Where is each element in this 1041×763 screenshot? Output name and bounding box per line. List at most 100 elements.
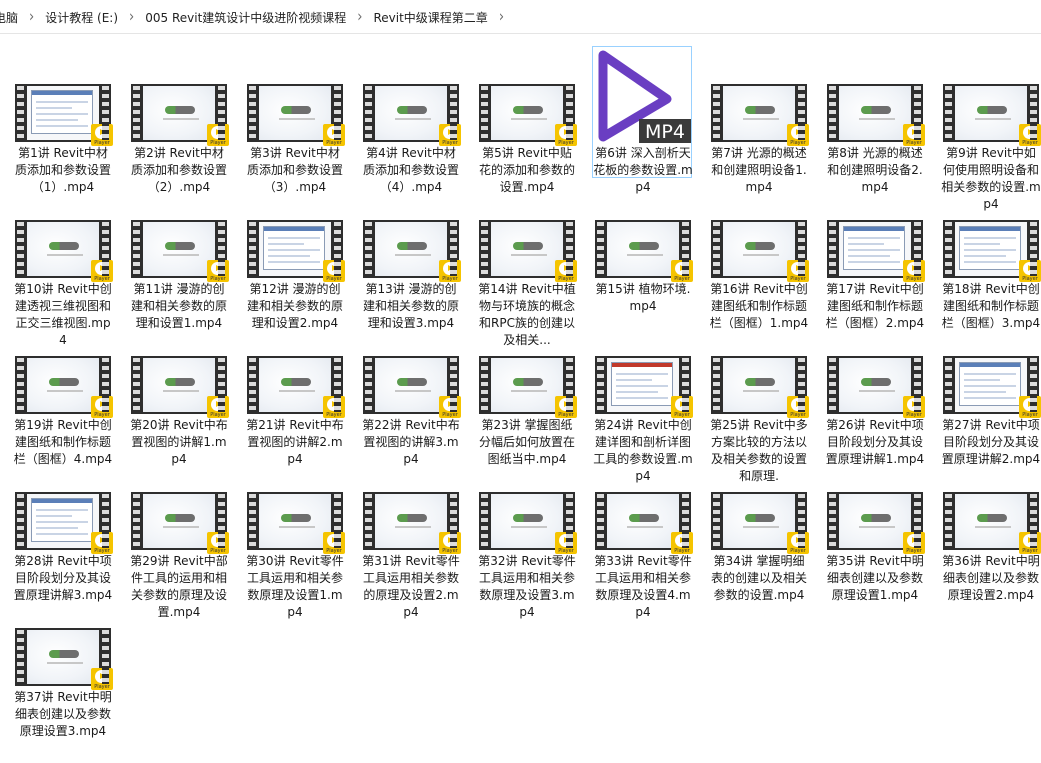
video-thumbnail: Player	[363, 84, 461, 146]
player-play-icon: Player	[555, 124, 577, 146]
video-thumbnail: Player	[595, 492, 693, 554]
file-name: 第37讲 Revit中明细表创建以及参数原理设置3.mp4	[14, 690, 112, 738]
file-item[interactable]: Player 第4讲 Revit中材质添加和参数设置（4）.mp4	[360, 46, 461, 194]
file-item[interactable]: Player 第22讲 Revit中布置视图的讲解3.mp4	[360, 318, 461, 466]
file-item[interactable]: Player 第25讲 Revit中多方案比较的方法以及相关参数的设置和原理.	[708, 318, 809, 483]
file-item[interactable]: Player 第8讲 光源的概述和创建照明设备2.mp4	[824, 46, 925, 194]
video-frame	[955, 494, 1027, 548]
video-frame	[27, 86, 99, 140]
video-frame	[955, 222, 1027, 276]
video-frame	[375, 494, 447, 548]
video-thumbnail: Player	[15, 84, 113, 146]
video-thumbnail: Player	[479, 220, 577, 282]
mp4-play-icon: MP4	[598, 50, 691, 143]
file-item[interactable]: Player 第21讲 Revit中布置视图的讲解2.mp4	[244, 318, 345, 466]
video-thumbnail: Player	[247, 356, 345, 418]
file-item[interactable]: Player 第1讲 Revit中材质添加和参数设置（1）.mp4	[12, 46, 113, 194]
video-thumbnail: Player	[943, 84, 1041, 146]
file-item[interactable]: Player 第13讲 漫游的创建和相关参数的原理和设置3.mp4	[360, 182, 461, 330]
video-frame	[375, 222, 447, 276]
breadcrumb-item[interactable]: 设计教程 (E:)	[43, 9, 120, 26]
breadcrumb-item[interactable]: Revit中级课程第二章	[371, 9, 489, 26]
video-frame	[723, 358, 795, 412]
file-grid: Player 第1讲 Revit中材质添加和参数设置（1）.mp4 Player 第2…	[12, 46, 1041, 738]
file-item[interactable]: Player 第5讲 Revit中贴花的添加和参数的设置.mp4	[476, 46, 577, 194]
file-item[interactable]: Player 第23讲 掌握图纸分幅后如何放置在图纸当中.mp4	[476, 318, 577, 466]
video-frame	[375, 86, 447, 140]
video-thumbnail: Player	[711, 220, 809, 282]
video-thumbnail: Player	[943, 220, 1041, 282]
breadcrumb-item[interactable]: 电脑	[0, 9, 20, 26]
player-play-icon: Player	[903, 396, 925, 418]
file-item[interactable]: Player 第16讲 Revit中创建图纸和制作标题栏（图框）1.mp4	[708, 182, 809, 330]
video-thumbnail: Player	[131, 220, 229, 282]
file-item[interactable]: Player 第30讲 Revit零件工具运用和相关参数原理及设置1.mp4	[244, 454, 345, 619]
video-frame	[491, 222, 563, 276]
video-frame	[259, 494, 331, 548]
file-item[interactable]: Player 第2讲 Revit中材质添加和参数设置（2）.mp4	[128, 46, 229, 194]
file-item[interactable]: Player 第17讲 Revit中创建图纸和制作标题栏（图框）2.mp4	[824, 182, 925, 330]
video-thumbnail: Player	[479, 492, 577, 554]
file-item[interactable]: Player 第34讲 掌握明细表的创建以及相关参数的设置.mp4	[708, 454, 809, 602]
player-play-icon: Player	[91, 668, 113, 690]
video-thumbnail: Player	[711, 84, 809, 146]
file-item[interactable]: Player 第18讲 Revit中创建图纸和制作标题栏（图框）3.mp4	[940, 182, 1041, 330]
file-item[interactable]: Player 第7讲 光源的概述和创建照明设备1.mp4	[708, 46, 809, 194]
chevron-right-icon[interactable]: ›	[499, 8, 504, 26]
player-play-icon: Player	[323, 124, 345, 146]
player-play-icon: Player	[207, 532, 229, 554]
video-frame	[27, 222, 99, 276]
file-item[interactable]: Player 第29讲 Revit中部件工具的运用和相关参数的原理及设置.mp4	[128, 454, 229, 619]
file-item[interactable]: Player 第26讲 Revit中项目阶段划分及其设置原理讲解1.mp4	[824, 318, 925, 466]
player-play-icon: Player	[439, 124, 461, 146]
video-thumbnail: Player	[15, 492, 113, 554]
file-item[interactable]: Player 第33讲 Revit零件工具运用和相关参数原理及设置4.mp4	[592, 454, 693, 619]
video-frame	[143, 494, 215, 548]
file-item[interactable]: Player 第36讲 Revit中明细表创建以及参数原理设置2.mp4	[940, 454, 1041, 602]
file-item[interactable]: Player 第9讲 Revit中如何使用照明设备和相关参数的设置.mp4	[940, 46, 1041, 211]
video-thumbnail: Player	[595, 356, 693, 418]
chevron-right-icon[interactable]: ›	[129, 8, 134, 26]
video-frame	[839, 358, 911, 412]
file-item[interactable]: Player 第19讲 Revit中创建图纸和制作标题栏（图框）4.mp4	[12, 318, 113, 466]
player-play-icon: Player	[787, 124, 809, 146]
file-name: 第31讲 Revit零件工具运用相关参数的原理及设置2.mp4	[362, 554, 460, 619]
file-item[interactable]: Player 第10讲 Revit中创建透视三维视图和正交三维视图.mp4	[12, 182, 113, 347]
breadcrumb-item[interactable]: 005 Revit建筑设计中级进阶视频课程	[143, 9, 348, 26]
player-play-icon: Player	[903, 124, 925, 146]
video-thumbnail: Player	[247, 220, 345, 282]
video-frame	[839, 86, 911, 140]
file-item[interactable]: Player 第24讲 Revit中创建详图和剖析详图工具的参数设置.mp4	[592, 318, 693, 483]
chevron-right-icon[interactable]: ›	[357, 8, 362, 26]
chevron-right-icon[interactable]: ›	[29, 8, 34, 26]
mp4-icon-text: MP4	[645, 121, 685, 143]
video-thumbnail: Player	[827, 220, 925, 282]
file-item[interactable]: Player 第15讲 植物环境.mp4	[592, 182, 693, 314]
file-item[interactable]: Player 第35讲 Revit中明细表创建以及参数原理设置1.mp4	[824, 454, 925, 602]
video-thumbnail: Player	[247, 492, 345, 554]
file-item[interactable]: Player 第11讲 漫游的创建和相关参数的原理和设置1.mp4	[128, 182, 229, 330]
video-frame	[955, 86, 1027, 140]
video-frame	[259, 222, 331, 276]
file-item[interactable]: Player 第32讲 Revit零件工具运用和相关参数原理及设置3.mp4	[476, 454, 577, 619]
file-name: 第30讲 Revit零件工具运用和相关参数原理及设置1.mp4	[246, 554, 344, 619]
player-play-icon: Player	[323, 260, 345, 282]
file-item[interactable]: Player 第3讲 Revit中材质添加和参数设置（3）.mp4	[244, 46, 345, 194]
video-thumbnail: Player	[131, 492, 229, 554]
video-thumbnail: Player	[131, 356, 229, 418]
file-name: 第35讲 Revit中明细表创建以及参数原理设置1.mp4	[826, 554, 924, 602]
address-bar[interactable]: 电脑 › 设计教程 (E:) › 005 Revit建筑设计中级进阶视频课程 › Revit…	[0, 0, 1041, 34]
file-item[interactable]: Player 第12讲 漫游的创建和相关参数的原理和设置2.mp4	[244, 182, 345, 330]
file-item[interactable]: Player 第20讲 Revit中布置视图的讲解1.mp4	[128, 318, 229, 466]
video-frame	[723, 494, 795, 548]
player-play-icon: Player	[439, 260, 461, 282]
file-item[interactable]: Player 第27讲 Revit中项目阶段划分及其设置原理讲解2.mp4	[940, 318, 1041, 466]
video-frame	[27, 494, 99, 548]
file-item[interactable]: Player 第14讲 Revit中植物与环境族的概念和RPC族的创建以及相关..…	[476, 182, 577, 347]
file-item[interactable]: Player 第31讲 Revit零件工具运用相关参数的原理及设置2.mp4	[360, 454, 461, 619]
file-item[interactable]: MP4 第6讲 深入剖析天花板的参数设置.mp4	[592, 46, 693, 194]
file-item[interactable]: Player 第28讲 Revit中项目阶段划分及其设置原理讲解3.mp4	[12, 454, 113, 602]
video-frame	[607, 222, 679, 276]
file-item[interactable]: Player 第37讲 Revit中明细表创建以及参数原理设置3.mp4	[12, 590, 113, 738]
player-play-icon: Player	[1019, 396, 1041, 418]
